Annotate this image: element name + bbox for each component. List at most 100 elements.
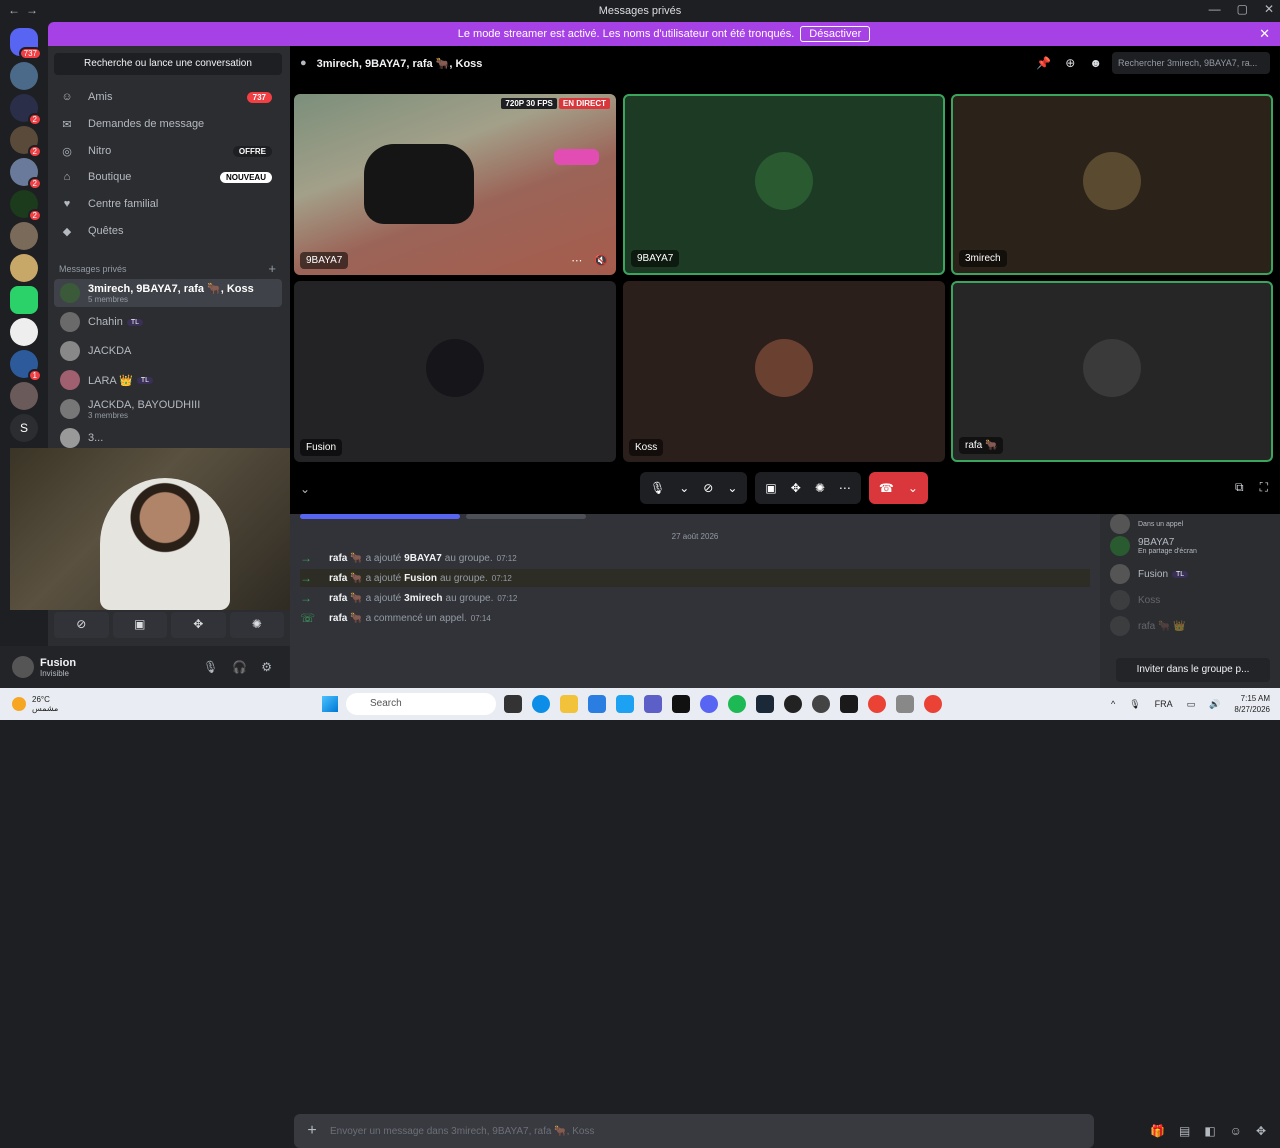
headphones-icon[interactable]: 🎧: [232, 660, 247, 674]
nav-item-shop[interactable]: ⌂ Boutique NOUVEAU: [54, 165, 282, 189]
apps-icon[interactable]: ✥: [1256, 1124, 1266, 1138]
participant-tile[interactable]: 3mirech: [951, 94, 1273, 275]
soundboard-icon[interactable]: ✺: [815, 481, 825, 495]
back-forward-icons[interactable]: ←→: [8, 3, 44, 17]
attach-plus-icon[interactable]: +: [294, 1122, 330, 1140]
home-icon[interactable]: 737: [10, 28, 42, 60]
steam-icon[interactable]: [756, 695, 774, 713]
member-item[interactable]: 9BAYA7 En partage d'écran: [1110, 536, 1197, 556]
chevron-down-icon[interactable]: ⌄: [300, 482, 310, 496]
network-icon[interactable]: ▭: [1187, 699, 1196, 710]
dm-item[interactable]: JACKDA, BAYOUDHIII 3 membres: [54, 395, 282, 423]
settings-gear-icon[interactable]: ⚙: [261, 660, 272, 674]
volume-icon[interactable]: 🔊: [1209, 699, 1220, 710]
conversation-search-button[interactable]: Recherche ou lance une conversation: [54, 53, 282, 75]
server-icon-s[interactable]: S: [10, 414, 38, 442]
avatar[interactable]: [12, 656, 34, 678]
server-icon[interactable]: [10, 286, 38, 314]
nav-item-family-center[interactable]: ♥ Centre familial: [54, 192, 282, 216]
app-icon[interactable]: [784, 695, 802, 713]
microphone-icon[interactable]: 🎙: [650, 481, 665, 495]
spotify-icon[interactable]: [728, 695, 746, 713]
more-icon[interactable]: ⋯: [839, 481, 851, 495]
tray-chevron-icon[interactable]: ^: [1111, 699, 1115, 709]
screen-share-icon[interactable]: ▣: [112, 612, 167, 638]
gift-icon[interactable]: 🎁: [1150, 1124, 1165, 1138]
language-indicator[interactable]: FRA: [1155, 699, 1173, 709]
server-icon[interactable]: [10, 62, 38, 90]
participant-tile[interactable]: Koss: [623, 281, 945, 462]
dm-item[interactable]: LARA 👑 TL: [54, 366, 282, 394]
app-icon[interactable]: [504, 695, 522, 713]
server-icon[interactable]: [10, 382, 38, 410]
pin-icon[interactable]: 📌: [1036, 56, 1051, 70]
message-composer[interactable]: + Envoyer un message dans 3mirech, 9BAYA…: [294, 1114, 1266, 1148]
microphone-icon[interactable]: 🎙: [203, 660, 218, 674]
app-icon[interactable]: [616, 695, 634, 713]
mute-stream-icon[interactable]: 🔇: [594, 254, 608, 267]
chevron-down-icon[interactable]: ⌄: [727, 481, 737, 495]
disable-streamer-button[interactable]: Désactiver: [800, 26, 871, 42]
activities-icon[interactable]: ✥: [791, 481, 801, 495]
app-icon[interactable]: [812, 695, 830, 713]
more-icon[interactable]: ⋯: [571, 254, 582, 267]
member-item[interactable]: Fusion TL: [1110, 564, 1189, 584]
nav-item-friends[interactable]: ☺ Amis 737: [54, 85, 282, 109]
hang-up-icon[interactable]: ☎: [879, 481, 894, 495]
activities-icon[interactable]: ✥: [171, 612, 226, 638]
search-input[interactable]: Rechercher 3mirech, 9BAYA7, ra...: [1112, 52, 1270, 74]
microphone-icon[interactable]: 🎙: [1129, 699, 1140, 710]
server-icon[interactable]: 2: [10, 126, 42, 158]
nav-item-quests[interactable]: ◆ Quêtes: [54, 219, 282, 243]
participant-tile[interactable]: Fusion: [294, 281, 616, 462]
chevron-down-icon[interactable]: ⌄: [908, 481, 918, 495]
camera-off-icon[interactable]: ⊘: [703, 481, 713, 495]
member-list-icon[interactable]: ☻: [1089, 56, 1102, 70]
banner-close-icon[interactable]: ✕: [1259, 26, 1270, 42]
emoji-icon[interactable]: ☺: [1230, 1124, 1242, 1138]
stream-tile[interactable]: 720P 30 FPS EN DIRECT ⋯ 🔇 9BAYA7: [294, 94, 616, 275]
server-icon[interactable]: 2: [10, 158, 42, 190]
mic-group[interactable]: 🎙 ⌄ ⊘ ⌄: [640, 472, 748, 504]
discord-icon[interactable]: [700, 695, 718, 713]
nav-item-message-requests[interactable]: ✉ Demandes de message: [54, 112, 282, 136]
server-icon[interactable]: [10, 254, 38, 282]
actor[interactable]: rafa 🐂: [329, 553, 363, 564]
dm-item[interactable]: 3mirech, 9BAYA7, rafa 🐂, Koss 5 membres: [54, 279, 282, 307]
dm-item[interactable]: JACKDA: [54, 337, 282, 365]
minimize-button[interactable]: —: [1209, 2, 1221, 16]
actor[interactable]: rafa 🐂: [329, 573, 363, 584]
clock[interactable]: 7:15 AM 8/27/2026: [1234, 693, 1270, 715]
server-icon[interactable]: 1: [10, 350, 42, 382]
teams-icon[interactable]: [644, 695, 662, 713]
new-dm-plus-icon[interactable]: +: [268, 261, 276, 276]
folder-icon[interactable]: [560, 695, 578, 713]
gif-icon[interactable]: ▤: [1179, 1124, 1190, 1138]
actor[interactable]: rafa 🐂: [329, 613, 363, 624]
server-icon[interactable]: 2: [10, 190, 42, 222]
taskbar-search[interactable]: Search: [346, 693, 496, 715]
sticker-icon[interactable]: ◧: [1204, 1124, 1215, 1138]
settings-icon[interactable]: [896, 695, 914, 713]
store-icon[interactable]: [588, 695, 606, 713]
weather-widget[interactable]: 26°C مشمس: [12, 695, 58, 713]
member-item[interactable]: rafa 🐂 👑: [1110, 616, 1186, 636]
screen-share-icon[interactable]: ▣: [765, 481, 776, 495]
target[interactable]: Fusion: [404, 573, 437, 584]
participant-tile[interactable]: 9BAYA7: [623, 94, 945, 275]
participant-tile[interactable]: rafa 🐂: [951, 281, 1273, 462]
target[interactable]: 3mirech: [404, 593, 442, 604]
target[interactable]: 9BAYA7: [404, 553, 442, 564]
server-icon[interactable]: 2: [10, 94, 42, 126]
add-friend-icon[interactable]: ⊕: [1065, 56, 1075, 70]
hang-up-button[interactable]: ☎ ⌄: [868, 472, 928, 504]
dm-item[interactable]: Chahin TL: [54, 308, 282, 336]
member-item[interactable]: Koss: [1110, 590, 1160, 610]
nav-item-nitro[interactable]: ◎ Nitro OFFRE: [54, 139, 282, 163]
edge-icon[interactable]: [532, 695, 550, 713]
app-icon[interactable]: [840, 695, 858, 713]
app-icon[interactable]: [672, 695, 690, 713]
window-controls[interactable]: — ▢ ✕: [1209, 2, 1274, 16]
chrome-icon[interactable]: [924, 695, 942, 713]
invite-button[interactable]: Inviter dans le groupe p...: [1116, 658, 1270, 682]
